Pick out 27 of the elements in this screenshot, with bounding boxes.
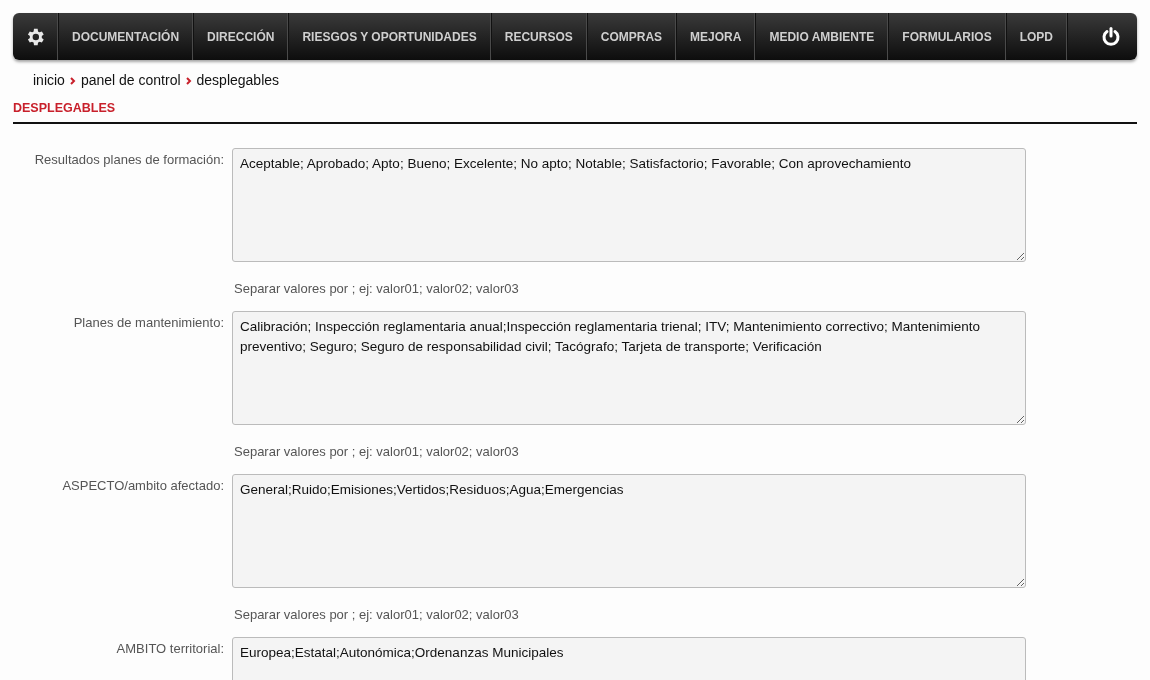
text-area[interactable]: Calibración; Inspección reglamentaria anual;Inspección reglamentaria trienal; ITV; Mantenimiento correctivo; Mantenimiento preventivo; Seguro; Seguro de responsabilidad civil; Tacógrafo; Tarjeta de transporte; Verificación — [232, 310, 1026, 425]
breadcrumb-link[interactable]: desplegables — [196, 70, 280, 91]
power-icon[interactable] — [1101, 26, 1121, 47]
text-area[interactable]: Aceptable; Aprobado; Apto; Bueno; Excelente; No apto; Notable; Satisfactorio; Favorable; Con aprovechamiento — [232, 147, 1026, 262]
menu-item[interactable]: RECURSOS — [490, 13, 587, 60]
field-label: AMBITO territorial: — [115, 639, 224, 658]
chevron-icon — [69, 76, 76, 85]
field-label: ASPECTO/ambito afectado: — [61, 476, 224, 495]
text-area[interactable]: Europea;Estatal;Autonómica;Ordenanzas Municipales — [232, 636, 1026, 680]
menu-item[interactable]: COMPRAS — [586, 13, 677, 60]
hint-text: Separar valores por ; ej: valor01; valor02; valor03 — [233, 442, 519, 461]
menu-item[interactable]: FORMULARIOS — [888, 13, 1006, 60]
chevron-icon — [185, 76, 192, 85]
hint-text: Separar valores por ; ej: valor01; valor02; valor03 — [233, 279, 519, 298]
section-title: DESPLEGABLES — [13, 99, 1137, 124]
menu-item[interactable]: MEDIO AMBIENTE — [755, 13, 889, 60]
field-label: Resultados planes de formación: — [33, 150, 224, 169]
menu-item[interactable]: MEJORA — [676, 13, 756, 60]
menu-item[interactable]: DOCUMENTACIÓN — [58, 13, 194, 60]
hint-text: Separar valores por ; ej: valor01; valor02; valor03 — [233, 605, 519, 624]
breadcrumb-link[interactable]: inicio — [33, 70, 65, 91]
menu-item[interactable]: LOPD — [1005, 13, 1067, 60]
text-area[interactable]: General;Ruido;Emisiones;Vertidos;Residuos;Agua;Emergencias — [232, 473, 1026, 588]
menu-item[interactable]: DIRECCIÓN — [193, 13, 289, 60]
menu-item[interactable]: RIESGOS Y OPORTUNIDADES — [288, 13, 491, 60]
field-label: Planes de mantenimiento: — [72, 313, 224, 332]
breadcrumb-link[interactable]: panel de control — [80, 70, 181, 91]
